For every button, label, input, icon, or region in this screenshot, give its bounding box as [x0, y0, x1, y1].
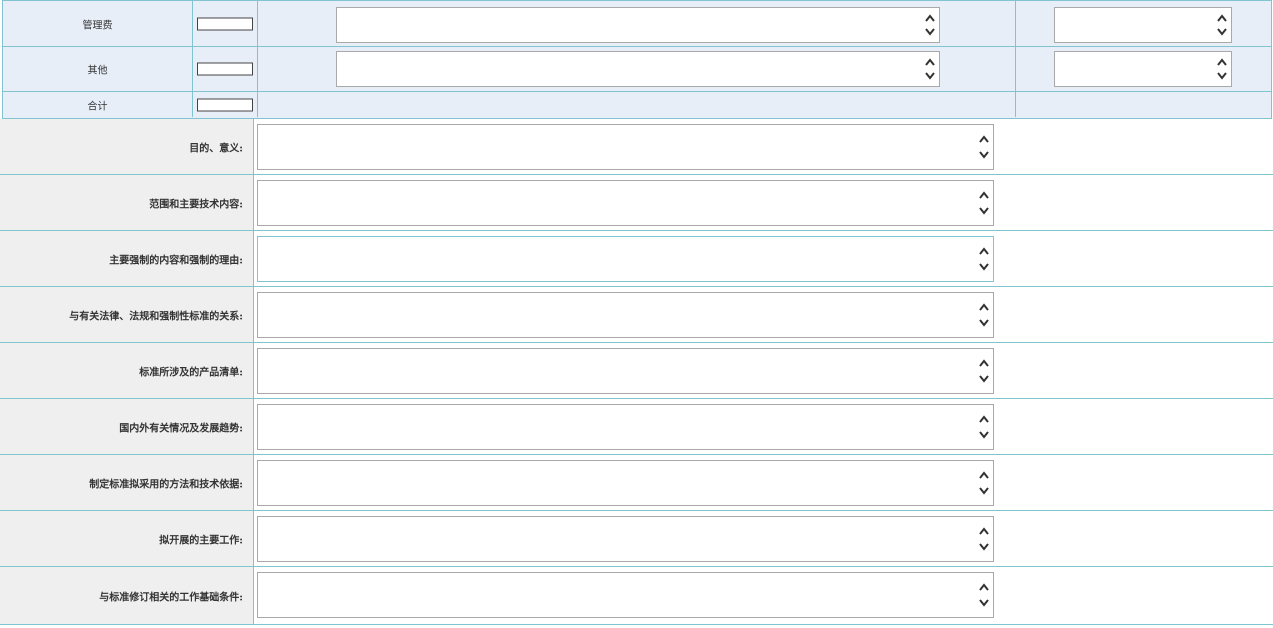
budget-row-other: 其他 [3, 47, 1271, 92]
amount-cell [193, 47, 258, 91]
remark-cell [1016, 47, 1271, 91]
budget-label-cell: 其他 [3, 47, 193, 91]
field-label-cell: 标准所涉及的产品清单: [0, 343, 254, 398]
legal-relation-textarea[interactable] [257, 292, 994, 338]
product-list-textarea[interactable] [257, 348, 994, 394]
field-label: 制定标准拟采用的方法和技术依据: [89, 479, 243, 490]
field-label-cell: 范围和主要技术内容: [0, 175, 254, 230]
management-amount-input[interactable] [197, 17, 253, 30]
methods-textarea[interactable] [257, 460, 994, 506]
scroll-arrows[interactable] [923, 10, 937, 40]
field-label: 目的、意义: [189, 143, 243, 154]
budget-row-total: 合计 [3, 92, 1271, 117]
field-row: 拟开展的主要工作: [0, 511, 1273, 567]
amount-cell [193, 92, 258, 117]
field-label: 主要强制的内容和强制的理由: [109, 255, 243, 266]
remark-cell [1016, 92, 1271, 117]
trends-textarea[interactable] [257, 404, 994, 450]
scroll-up-down-icon [1217, 14, 1227, 36]
note-cell [258, 1, 1016, 46]
field-label: 与标准修订相关的工作基础条件: [99, 592, 243, 603]
total-amount-input[interactable] [197, 98, 253, 111]
field-row: 与标准修订相关的工作基础条件: [0, 567, 1273, 625]
scroll-up-down-icon [925, 14, 935, 36]
field-row: 制定标准拟采用的方法和技术依据: [0, 455, 1273, 511]
scroll-up-down-icon [979, 359, 989, 383]
other-remark-textarea[interactable] [1054, 51, 1232, 87]
remark-cell [1016, 1, 1271, 46]
mandatory-content-textarea[interactable] [257, 236, 994, 282]
scroll-up-down-icon [925, 58, 935, 80]
budget-label-cell: 管理费 [3, 1, 193, 46]
field-label-cell: 与标准修订相关的工作基础条件: [0, 567, 254, 624]
scroll-up-down-icon [979, 303, 989, 327]
scroll-arrows[interactable] [977, 463, 991, 503]
scroll-up-down-icon [979, 415, 989, 439]
scroll-arrows[interactable] [923, 54, 937, 84]
other-amount-input[interactable] [197, 62, 253, 76]
field-label-cell: 目的、意义: [0, 119, 254, 174]
scroll-up-down-icon [979, 247, 989, 271]
scope-textarea[interactable] [257, 180, 994, 226]
scroll-arrows[interactable] [1215, 54, 1229, 84]
scroll-arrows[interactable] [977, 183, 991, 223]
amount-cell [193, 1, 258, 46]
other-note-textarea[interactable] [336, 51, 940, 87]
scroll-arrows[interactable] [977, 519, 991, 559]
management-note-textarea[interactable] [336, 7, 940, 43]
field-row: 主要强制的内容和强制的理由: [0, 231, 1273, 287]
scroll-arrows[interactable] [977, 407, 991, 447]
field-label-cell: 主要强制的内容和强制的理由: [0, 231, 254, 286]
main-work-textarea[interactable] [257, 516, 994, 562]
field-row: 标准所涉及的产品清单: [0, 343, 1273, 399]
field-label: 国内外有关情况及发展趋势: [119, 423, 243, 434]
field-label-cell: 制定标准拟采用的方法和技术依据: [0, 455, 254, 510]
work-basis-textarea[interactable] [257, 572, 994, 618]
note-cell [258, 92, 1016, 117]
scroll-up-down-icon [979, 583, 989, 607]
scroll-arrows[interactable] [977, 575, 991, 615]
scroll-up-down-icon [1217, 58, 1227, 80]
field-label: 范围和主要技术内容: [149, 199, 243, 210]
budget-label: 管理费 [82, 20, 113, 31]
budget-label-cell: 合计 [3, 92, 193, 117]
field-label-cell: 拟开展的主要工作: [0, 511, 254, 566]
field-row: 国内外有关情况及发展趋势: [0, 399, 1273, 455]
field-label: 与有关法律、法规和强制性标准的关系: [69, 311, 243, 322]
scroll-arrows[interactable] [977, 239, 991, 279]
scroll-up-down-icon [979, 471, 989, 495]
field-label: 标准所涉及的产品清单: [139, 367, 243, 378]
budget-label: 其他 [87, 65, 108, 77]
scroll-up-down-icon [979, 191, 989, 215]
field-label-cell: 与有关法律、法规和强制性标准的关系: [0, 287, 254, 342]
scroll-arrows[interactable] [977, 127, 991, 167]
budget-row-management: 管理费 [3, 0, 1271, 47]
note-cell [258, 47, 1016, 91]
field-label-cell: 国内外有关情况及发展趋势: [0, 399, 254, 454]
budget-label: 合计 [87, 101, 108, 112]
purpose-textarea[interactable] [257, 124, 994, 170]
field-row: 目的、意义: [0, 119, 1273, 175]
budget-table: 管理费 其他 合计 [2, 0, 1272, 119]
scroll-up-down-icon [979, 135, 989, 159]
scroll-arrows[interactable] [977, 295, 991, 335]
scroll-arrows[interactable] [1215, 10, 1229, 40]
management-remark-textarea[interactable] [1054, 7, 1232, 43]
field-row: 与有关法律、法规和强制性标准的关系: [0, 287, 1273, 343]
field-label: 拟开展的主要工作: [159, 535, 243, 546]
scroll-arrows[interactable] [977, 351, 991, 391]
scroll-up-down-icon [979, 527, 989, 551]
field-row: 范围和主要技术内容: [0, 175, 1273, 231]
